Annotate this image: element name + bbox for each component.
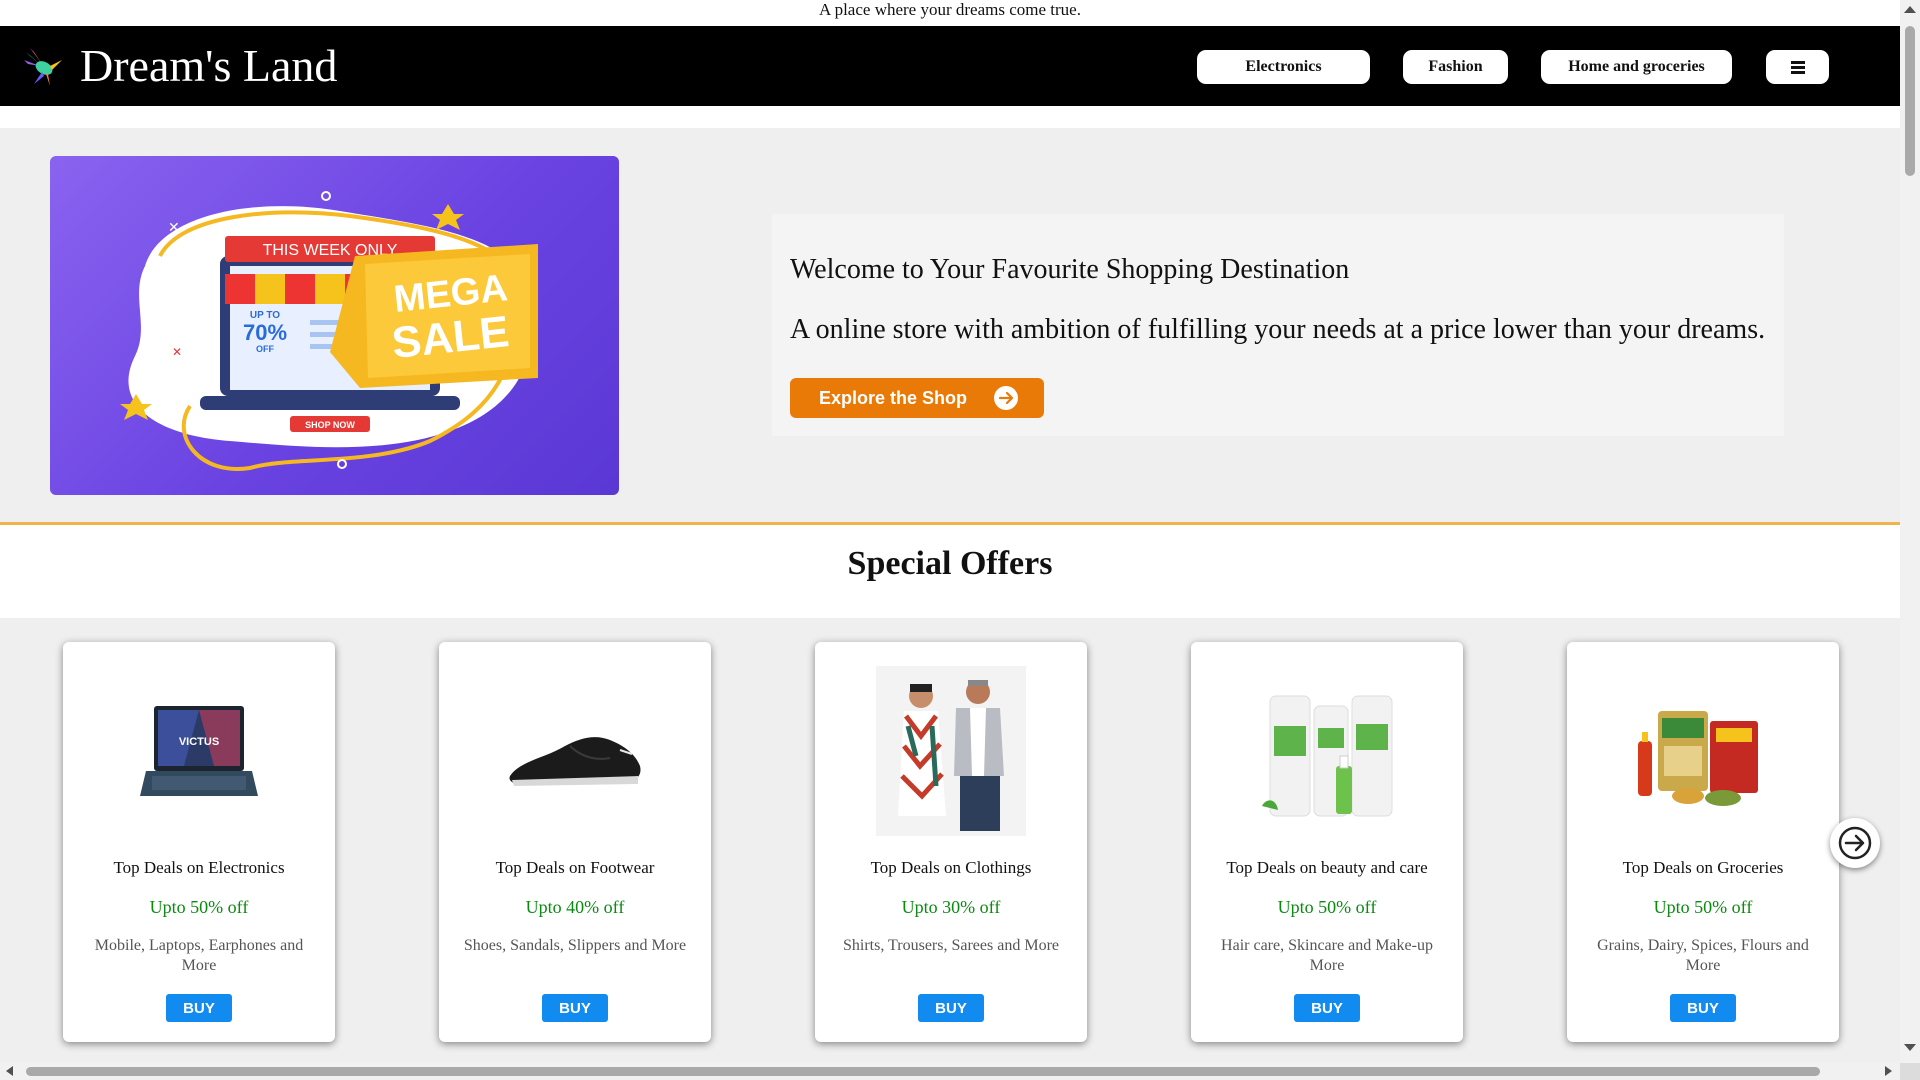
skincare-products-image: [1262, 695, 1393, 817]
card-discount: Upto 40% off: [525, 897, 625, 917]
offers-carousel: VICTUS Top Deals on Electronics Upto 50%…: [0, 618, 1900, 1063]
svg-text:✕: ✕: [168, 220, 180, 236]
hero-section: ✕ ✕ ✕ ✕ THIS WEEK ONLY UP TO 70%: [0, 128, 1900, 522]
buy-button-footwear[interactable]: BUY: [542, 994, 608, 1022]
offer-card-beauty: Top Deals on beauty and care Upto 50% of…: [1191, 642, 1463, 1042]
svg-text:VICTUS: VICTUS: [179, 736, 219, 748]
scroll-left-arrow-icon[interactable]: [6, 1066, 13, 1076]
svg-text:✕: ✕: [172, 345, 182, 359]
brand-name[interactable]: Dream's Land: [80, 40, 337, 92]
card-description: Shoes, Sandals, Slippers and More: [463, 937, 687, 954]
card-title: Top Deals on Groceries: [1622, 858, 1784, 877]
offer-card-electronics: VICTUS Top Deals on Electronics Upto 50%…: [63, 642, 335, 1042]
svg-text:OFF: OFF: [256, 344, 274, 354]
explore-shop-label: Explore the Shop: [819, 387, 968, 408]
svg-text:✕: ✕: [143, 295, 153, 309]
arrow-right-icon: [994, 386, 1018, 410]
mega-sale-banner[interactable]: ✕ ✕ ✕ ✕ THIS WEEK ONLY UP TO 70%: [50, 156, 619, 495]
laptop-image: VICTUS: [140, 706, 258, 796]
offer-card-clothings: Top Deals on Clothings Upto 30% off Shir…: [815, 642, 1087, 1042]
vertical-scroll-thumb[interactable]: [1905, 26, 1915, 176]
arrow-right-circle-icon: [1838, 826, 1872, 860]
top-header: Dream's Land Electronics Fashion Home an…: [0, 26, 1900, 106]
section-divider: [0, 522, 1900, 525]
scroll-up-arrow-icon[interactable]: [1904, 6, 1916, 13]
tagline: A place where your dreams come true.: [819, 0, 1081, 19]
scroll-right-arrow-icon[interactable]: [1885, 1066, 1892, 1076]
buy-button-clothings[interactable]: BUY: [918, 994, 984, 1022]
vertical-scrollbar[interactable]: [1900, 0, 1920, 1063]
scrollbar-corner: [1900, 1063, 1920, 1080]
welcome-heading: Welcome to Your Favourite Shopping Desti…: [790, 254, 1350, 285]
horizontal-scrollbar[interactable]: [0, 1063, 1900, 1080]
horizontal-scroll-thumb[interactable]: [26, 1067, 1820, 1076]
card-title: Top Deals on beauty and care: [1226, 858, 1428, 877]
scroll-down-arrow-icon[interactable]: [1904, 1044, 1916, 1051]
carousel-next-button[interactable]: [1830, 818, 1880, 868]
welcome-box: Welcome to Your Favourite Shopping Desti…: [772, 214, 1784, 436]
explore-shop-button[interactable]: Explore the Shop: [790, 378, 1044, 418]
nav-fashion-button[interactable]: Fashion: [1403, 50, 1508, 84]
card-discount: Upto 50% off: [149, 897, 249, 917]
card-discount: Upto 50% off: [1277, 897, 1377, 917]
hamburger-menu-icon: [1790, 61, 1805, 74]
card-discount: Upto 30% off: [901, 897, 1001, 917]
buy-button-electronics[interactable]: BUY: [166, 994, 232, 1022]
sneaker-image: [509, 737, 641, 786]
nav-home-groceries-button[interactable]: Home and groceries: [1541, 50, 1732, 84]
fashion-models-image: [876, 666, 1026, 836]
svg-text:70%: 70%: [243, 320, 287, 345]
groceries-image: [1638, 711, 1758, 806]
card-description: Hair care, Skincare and Make-up More: [1221, 937, 1433, 974]
card-title: Top Deals on Clothings: [870, 858, 1032, 877]
offer-card-groceries: Top Deals on Groceries Upto 50% off Grai…: [1567, 642, 1839, 1042]
special-offers-title: Special Offers: [847, 545, 1053, 582]
card-description: Mobile, Laptops, Earphones and More: [94, 937, 304, 974]
hummingbird-logo-icon[interactable]: [20, 44, 64, 88]
card-title: Top Deals on Electronics: [113, 858, 285, 877]
buy-button-groceries[interactable]: BUY: [1670, 994, 1736, 1022]
buy-button-beauty[interactable]: BUY: [1294, 994, 1360, 1022]
mega-sale-illustration: ✕ ✕ ✕ ✕ THIS WEEK ONLY UP TO 70%: [120, 191, 538, 472]
svg-text:SHOP NOW: SHOP NOW: [305, 420, 355, 430]
menu-button[interactable]: [1766, 50, 1829, 84]
welcome-subheading: A online store with ambition of fulfilli…: [790, 314, 1766, 345]
card-description: Shirts, Trousers, Sarees and More: [843, 937, 1059, 954]
card-description: Grains, Dairy, Spices, Flours and More: [1597, 937, 1809, 974]
card-discount: Upto 50% off: [1653, 897, 1753, 917]
card-title: Top Deals on Footwear: [495, 858, 655, 877]
nav-electronics-button[interactable]: Electronics: [1197, 50, 1370, 84]
offer-card-footwear: Top Deals on Footwear Upto 40% off Shoes…: [439, 642, 711, 1042]
